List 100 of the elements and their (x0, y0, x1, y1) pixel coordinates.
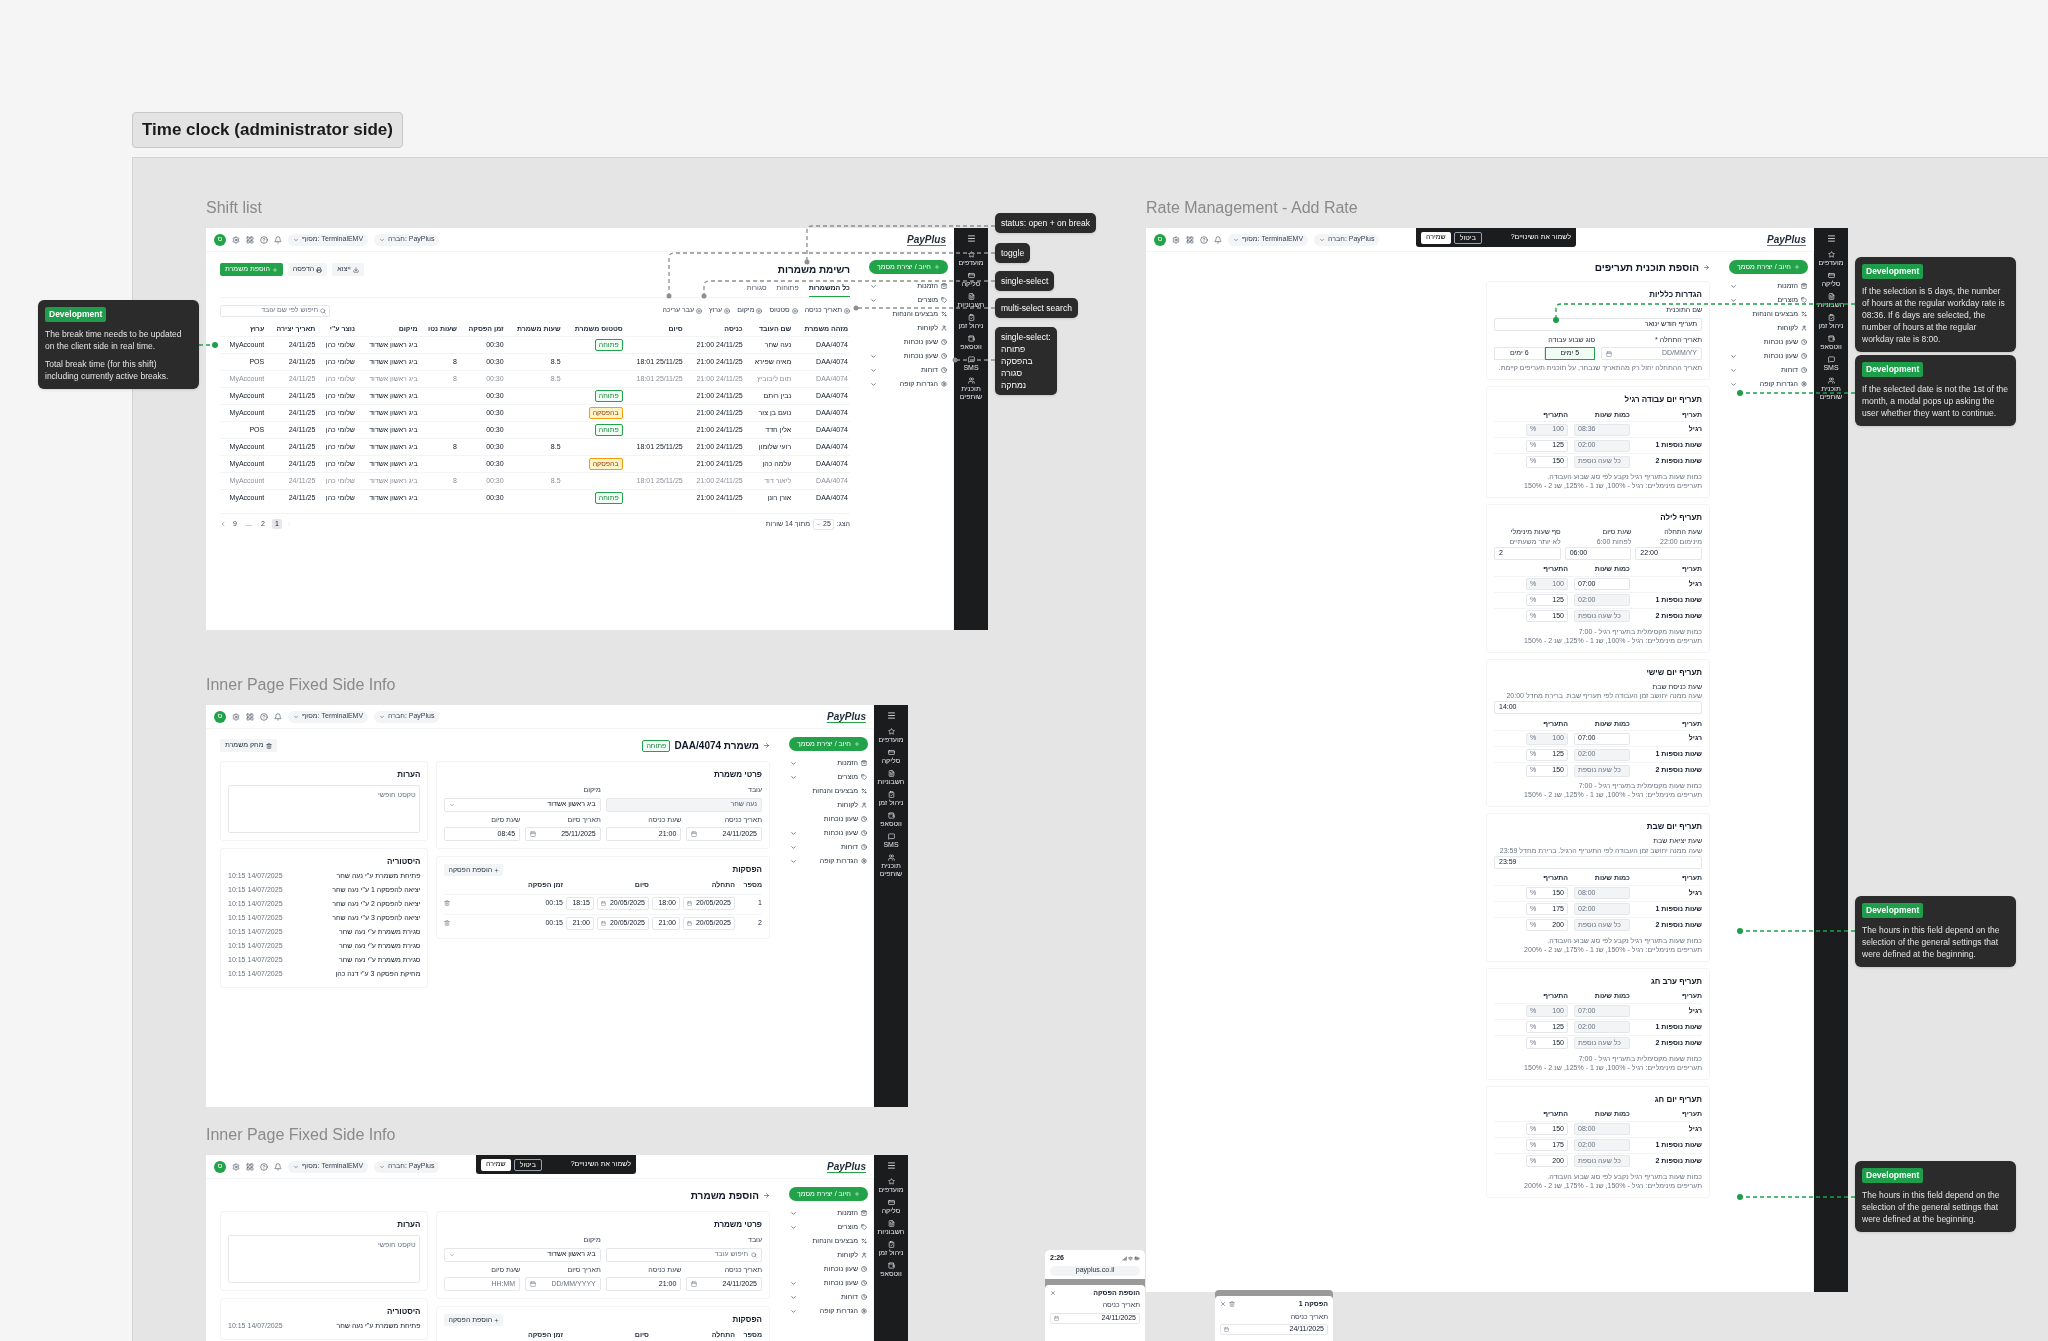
trash-icon[interactable] (1229, 1301, 1235, 1308)
search-icon (320, 307, 326, 314)
caret-icon (449, 1251, 456, 1258)
note-text: If the selection is 5 days, the number of hours at the regular workday rate is 08:36. If 6 days are selected, the number of hours at the regular workday rate is 8:00. (1862, 284, 2006, 345)
close-icon[interactable] (1050, 1289, 1056, 1296)
note-text: The hours in this field depend on the selection of the general settings that were defined at the beginning. (1862, 923, 2001, 960)
bell-icon[interactable] (274, 235, 282, 244)
plus-icon (853, 741, 860, 747)
gear-icon (941, 381, 947, 387)
settings-icon[interactable] (232, 1162, 240, 1171)
annotation-tooltip: single-select (995, 271, 1055, 291)
close-icon[interactable] (1220, 1301, 1226, 1308)
dev-tag: Development (45, 307, 107, 322)
card-title: תעריף יום שבת (1645, 821, 1702, 833)
user-icon (941, 325, 947, 331)
calendar-icon (1054, 1315, 1059, 1321)
card-title: תעריף ערב חג (1649, 975, 1702, 988)
frame-label: Shift list (206, 198, 262, 218)
document-icon (887, 770, 895, 777)
people-icon (967, 377, 975, 384)
help-icon[interactable] (1200, 235, 1208, 244)
plus-circle-icon (696, 307, 702, 314)
people-icon (887, 854, 895, 861)
caret-icon (293, 236, 299, 243)
menu-icon[interactable] (886, 1161, 896, 1170)
bag-icon (861, 760, 867, 766)
menu-icon[interactable] (886, 711, 896, 720)
help-icon[interactable] (260, 1162, 268, 1171)
gear-icon (861, 1308, 867, 1314)
frame-label: Rate Management - Add Rate (1146, 198, 1358, 218)
plus-icon (933, 264, 940, 270)
page-title: הוספת משמרת (690, 1189, 759, 1203)
previous-icon[interactable] (220, 521, 226, 527)
back-icon[interactable] (1703, 264, 1710, 271)
annotation-tooltip: toggle (995, 243, 1031, 263)
card-title: תעריף יום חג (1653, 1093, 1702, 1106)
settings-icon[interactable] (232, 712, 240, 721)
percent-icon (861, 1238, 867, 1244)
card-icon (887, 1199, 895, 1206)
settings-icon[interactable] (1172, 235, 1180, 244)
grid-icon[interactable] (1186, 235, 1194, 244)
trash-icon[interactable] (444, 920, 451, 926)
menu-icon[interactable] (1826, 234, 1836, 243)
wifi-icon (1128, 1255, 1133, 1261)
tag-icon (861, 774, 867, 780)
back-icon[interactable] (763, 742, 770, 749)
bell-icon[interactable] (1214, 235, 1222, 244)
star-icon (887, 1178, 895, 1185)
clock-icon (861, 1294, 867, 1300)
clipboard-icon (887, 791, 895, 798)
tooltip-text: single-select: (1001, 331, 1051, 343)
grid-icon[interactable] (246, 235, 254, 244)
bell-icon[interactable] (274, 1162, 282, 1171)
note-text: The break time needs to be updated on the client side in real time. (45, 327, 183, 352)
user-icon (1801, 325, 1807, 331)
canvas-title: Time clock (administrator side) (132, 112, 403, 148)
card-icon (967, 272, 975, 279)
calendar-icon (601, 900, 606, 906)
card-title: פרטי משמרת (712, 1219, 762, 1231)
caret-icon (379, 713, 386, 720)
chat-icon (1827, 356, 1835, 363)
dev-tag: Development (1862, 264, 1924, 279)
grid-icon[interactable] (246, 1162, 254, 1171)
calendar-icon (687, 900, 692, 906)
note-text: If the selected date is not the 1st of the month, a modal pops up asking the user whether they want to continue. (1862, 382, 2009, 419)
user-icon (861, 802, 867, 808)
plus-circle-icon (756, 307, 763, 314)
printer-icon (316, 266, 323, 273)
caret-icon (379, 1163, 386, 1170)
menu-icon[interactable] (966, 234, 976, 243)
settings-icon[interactable] (232, 235, 240, 244)
bell-icon[interactable] (274, 712, 282, 721)
card-title: הערות (396, 1219, 421, 1231)
plus-circle-icon (791, 307, 798, 314)
help-icon[interactable] (260, 712, 268, 721)
back-icon[interactable] (763, 1192, 770, 1199)
page-title: משמרת DAA/4074 (674, 739, 759, 753)
clock-icon (861, 844, 867, 850)
bag-icon (1801, 283, 1807, 289)
connector-line (952, 357, 996, 363)
document-icon (1827, 293, 1835, 300)
card-icon (887, 749, 895, 756)
card-title: הערות (396, 769, 421, 781)
wallet-icon (967, 335, 975, 342)
clock-icon (861, 816, 867, 822)
gear-icon (861, 858, 867, 864)
clock-icon (1801, 367, 1807, 373)
plus-circle-icon (844, 307, 850, 314)
annotation-tooltip: status: open + on break (995, 213, 1097, 233)
caret-icon (1233, 236, 1239, 243)
card-title: היסטוריה (386, 1306, 421, 1318)
grid-icon[interactable] (246, 712, 254, 721)
trash-icon[interactable] (444, 900, 451, 906)
clipboard-icon (887, 1241, 895, 1248)
clipboard-icon (1827, 314, 1835, 321)
signal-icon (1122, 1255, 1127, 1261)
help-icon[interactable] (260, 235, 268, 244)
card-title: פרטי משמרת (712, 769, 762, 781)
option-label: פתוחה (1001, 343, 1027, 355)
caret-icon (293, 713, 299, 720)
